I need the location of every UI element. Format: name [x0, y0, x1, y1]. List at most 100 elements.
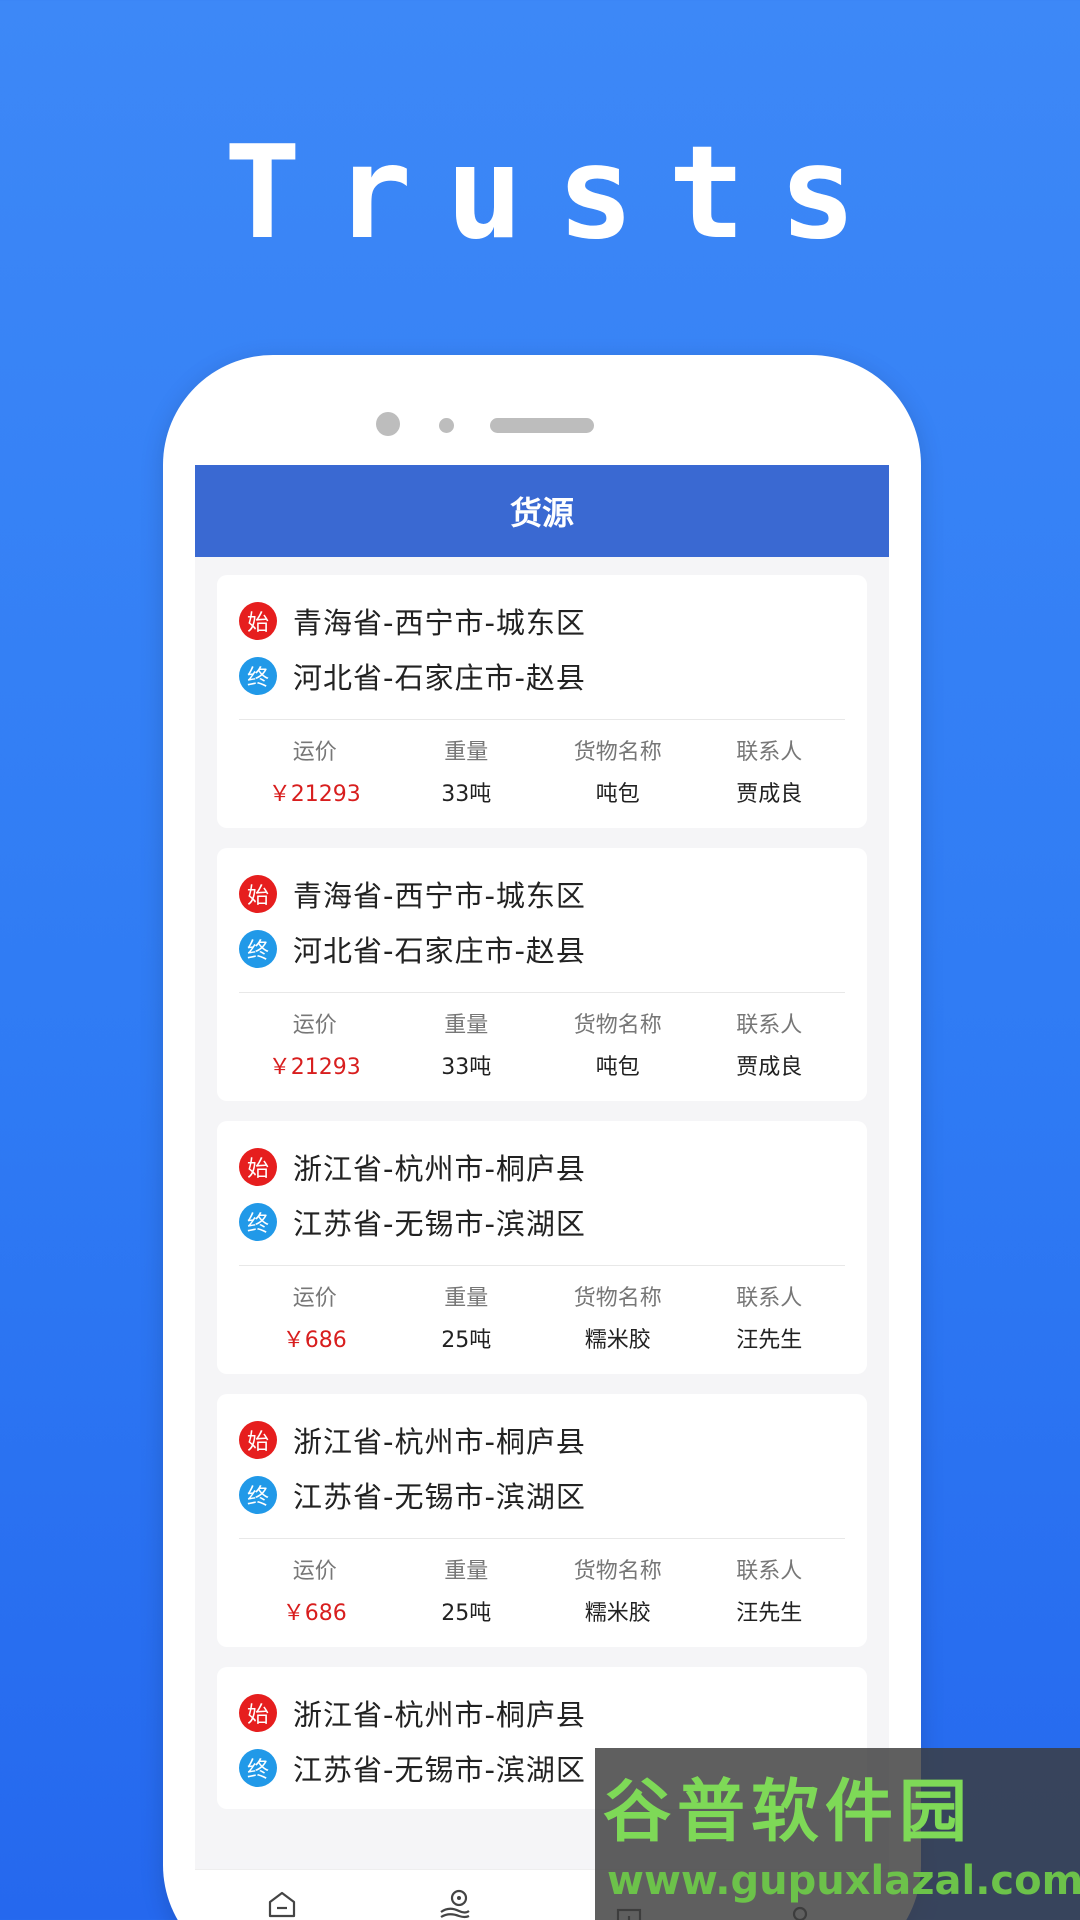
divider: [239, 1265, 845, 1266]
route-start-row: 始 浙江省-杭州市-桐庐县: [239, 1685, 845, 1740]
goods-label: 货物名称: [573, 740, 662, 765]
contact-value: 汪先生: [736, 1601, 803, 1626]
goods-label: 货物名称: [573, 1559, 662, 1584]
weight-label: 重量: [444, 1559, 489, 1584]
end-location: 江苏省-无锡市-滨湖区: [293, 1479, 586, 1514]
cargo-card[interactable]: 始 浙江省-杭州市-桐庐县 终 江苏省-无锡市-滨湖区 运价 ￥686 重量 2…: [217, 1394, 867, 1647]
watermark-logo: 谷普软件园: [603, 1773, 974, 1852]
price-label: 运价: [292, 1559, 337, 1584]
start-location: 青海省-西宁市-城东区: [293, 878, 586, 913]
home-icon: [268, 1891, 295, 1917]
end-location: 江苏省-无锡市-滨湖区: [293, 1752, 586, 1787]
start-location: 浙江省-杭州市-桐庐县: [293, 1424, 586, 1459]
contact-value: 贾成良: [736, 1055, 803, 1080]
page-title: 货源: [509, 494, 574, 532]
divider: [239, 992, 845, 993]
weight-col: 重量 25吨: [391, 1280, 543, 1360]
contact-col: 联系人 贾成良: [694, 1007, 846, 1087]
end-location: 河北省-石家庄市-赵县: [293, 660, 586, 695]
camera-sensor: [439, 418, 454, 433]
weight-col: 重量 33吨: [391, 734, 543, 814]
end-badge: 终: [239, 1475, 277, 1514]
start-location: 浙江省-杭州市-桐庐县: [293, 1151, 586, 1186]
route-start-row: 始 浙江省-杭州市-桐庐县: [239, 1139, 845, 1194]
contact-label: 联系人: [736, 740, 803, 765]
cargo-info-row: 运价 ￥21293 重量 33吨 货物名称 吨包 联系人 贾成良: [239, 734, 845, 814]
end-badge: 终: [239, 1748, 277, 1787]
goods-col: 货物名称 吨包: [542, 1007, 694, 1087]
route-end-row: 终 河北省-石家庄市-赵县: [239, 921, 845, 976]
goods-col: 货物名称 糯米胶: [542, 1553, 694, 1633]
contact-col: 联系人 贾成良: [694, 734, 846, 814]
phone-frame: 货源 始 青海省-西宁市-城东区 终 河北省-石家庄市-赵县 运价 ￥21293: [163, 355, 921, 1920]
divider: [239, 719, 845, 720]
start-location: 浙江省-杭州市-桐庐县: [293, 1697, 586, 1732]
weight-label: 重量: [444, 1286, 489, 1311]
tab-home[interactable]: 首页: [195, 1870, 369, 1920]
start-badge: 始: [239, 1147, 277, 1186]
weight-col: 重量 33吨: [391, 1007, 543, 1087]
price-label: 运价: [292, 1286, 337, 1311]
contact-value: 汪先生: [736, 1328, 803, 1353]
price-col: 运价 ￥686: [239, 1280, 391, 1360]
end-location: 江苏省-无锡市-滨湖区: [293, 1206, 586, 1241]
contact-col: 联系人 汪先生: [694, 1280, 846, 1360]
price-value: ￥21293: [268, 1055, 361, 1080]
contact-label: 联系人: [736, 1559, 803, 1584]
weight-label: 重量: [444, 740, 489, 765]
start-location: 青海省-西宁市-城东区: [293, 605, 586, 640]
route-end-row: 终 江苏省-无锡市-滨湖区: [239, 1467, 845, 1522]
weight-value: 25吨: [441, 1601, 492, 1626]
camera-lens: [376, 412, 400, 436]
cargo-list[interactable]: 始 青海省-西宁市-城东区 终 河北省-石家庄市-赵县 运价 ￥21293 重量…: [195, 557, 889, 1809]
app-header: 货源: [195, 465, 889, 557]
end-badge: 终: [239, 929, 277, 968]
start-badge: 始: [239, 601, 277, 640]
tab-cargo[interactable]: 货源: [369, 1870, 543, 1920]
cargo-info-row: 运价 ￥21293 重量 33吨 货物名称 吨包 联系人 贾成良: [239, 1007, 845, 1087]
goods-value: 吨包: [595, 782, 640, 807]
start-badge: 始: [239, 1420, 277, 1459]
cargo-info-row: 运价 ￥686 重量 25吨 货物名称 糯米胶 联系人 汪先生: [239, 1553, 845, 1633]
goods-value: 糯米胶: [584, 1328, 651, 1353]
contact-label: 联系人: [736, 1286, 803, 1311]
end-badge: 终: [239, 656, 277, 695]
goods-label: 货物名称: [573, 1286, 662, 1311]
route-start-row: 始 浙江省-杭州市-桐庐县: [239, 1412, 845, 1467]
contact-value: 贾成良: [736, 782, 803, 807]
start-badge: 始: [239, 874, 277, 913]
route-start-row: 始 青海省-西宁市-城东区: [239, 593, 845, 648]
price-value: ￥21293: [268, 782, 361, 807]
cargo-card[interactable]: 始 浙江省-杭州市-桐庐县 终 江苏省-无锡市-滨湖区 运价 ￥686 重量 2…: [217, 1121, 867, 1374]
price-col: 运价 ￥686: [239, 1553, 391, 1633]
price-label: 运价: [292, 740, 337, 765]
goods-label: 货物名称: [573, 1013, 662, 1038]
earpiece-speaker: [490, 418, 594, 433]
goods-col: 货物名称 糯米胶: [542, 1280, 694, 1360]
weight-col: 重量 25吨: [391, 1553, 543, 1633]
contact-label: 联系人: [736, 1013, 803, 1038]
cargo-card[interactable]: 始 青海省-西宁市-城东区 终 河北省-石家庄市-赵县 运价 ￥21293 重量…: [217, 575, 867, 828]
price-value: ￥686: [282, 1328, 347, 1353]
contact-col: 联系人 汪先生: [694, 1553, 846, 1633]
price-value: ￥686: [282, 1601, 347, 1626]
cargo-card[interactable]: 始 青海省-西宁市-城东区 终 河北省-石家庄市-赵县 运价 ￥21293 重量…: [217, 848, 867, 1101]
end-location: 河北省-石家庄市-赵县: [293, 933, 586, 968]
watermark-url: www.gupuxlazal.com: [607, 1858, 1080, 1904]
watermark: 谷普软件园 www.gupuxlazal.com: [595, 1748, 1080, 1920]
goods-value: 吨包: [595, 1055, 640, 1080]
weight-value: 33吨: [441, 1055, 492, 1080]
hero-title: Trusts: [223, 119, 891, 268]
weight-value: 33吨: [441, 782, 492, 807]
goods-value: 糯米胶: [584, 1601, 651, 1626]
cargo-location-icon: [440, 1889, 470, 1918]
goods-col: 货物名称 吨包: [542, 734, 694, 814]
app-screen: 货源 始 青海省-西宁市-城东区 终 河北省-石家庄市-赵县 运价 ￥21293: [195, 465, 889, 1920]
route-end-row: 终 江苏省-无锡市-滨湖区: [239, 1194, 845, 1249]
price-col: 运价 ￥21293: [239, 734, 391, 814]
price-label: 运价: [292, 1013, 337, 1038]
cargo-info-row: 运价 ￥686 重量 25吨 货物名称 糯米胶 联系人 汪先生: [239, 1280, 845, 1360]
price-col: 运价 ￥21293: [239, 1007, 391, 1087]
route-end-row: 终 河北省-石家庄市-赵县: [239, 648, 845, 703]
weight-label: 重量: [444, 1013, 489, 1038]
